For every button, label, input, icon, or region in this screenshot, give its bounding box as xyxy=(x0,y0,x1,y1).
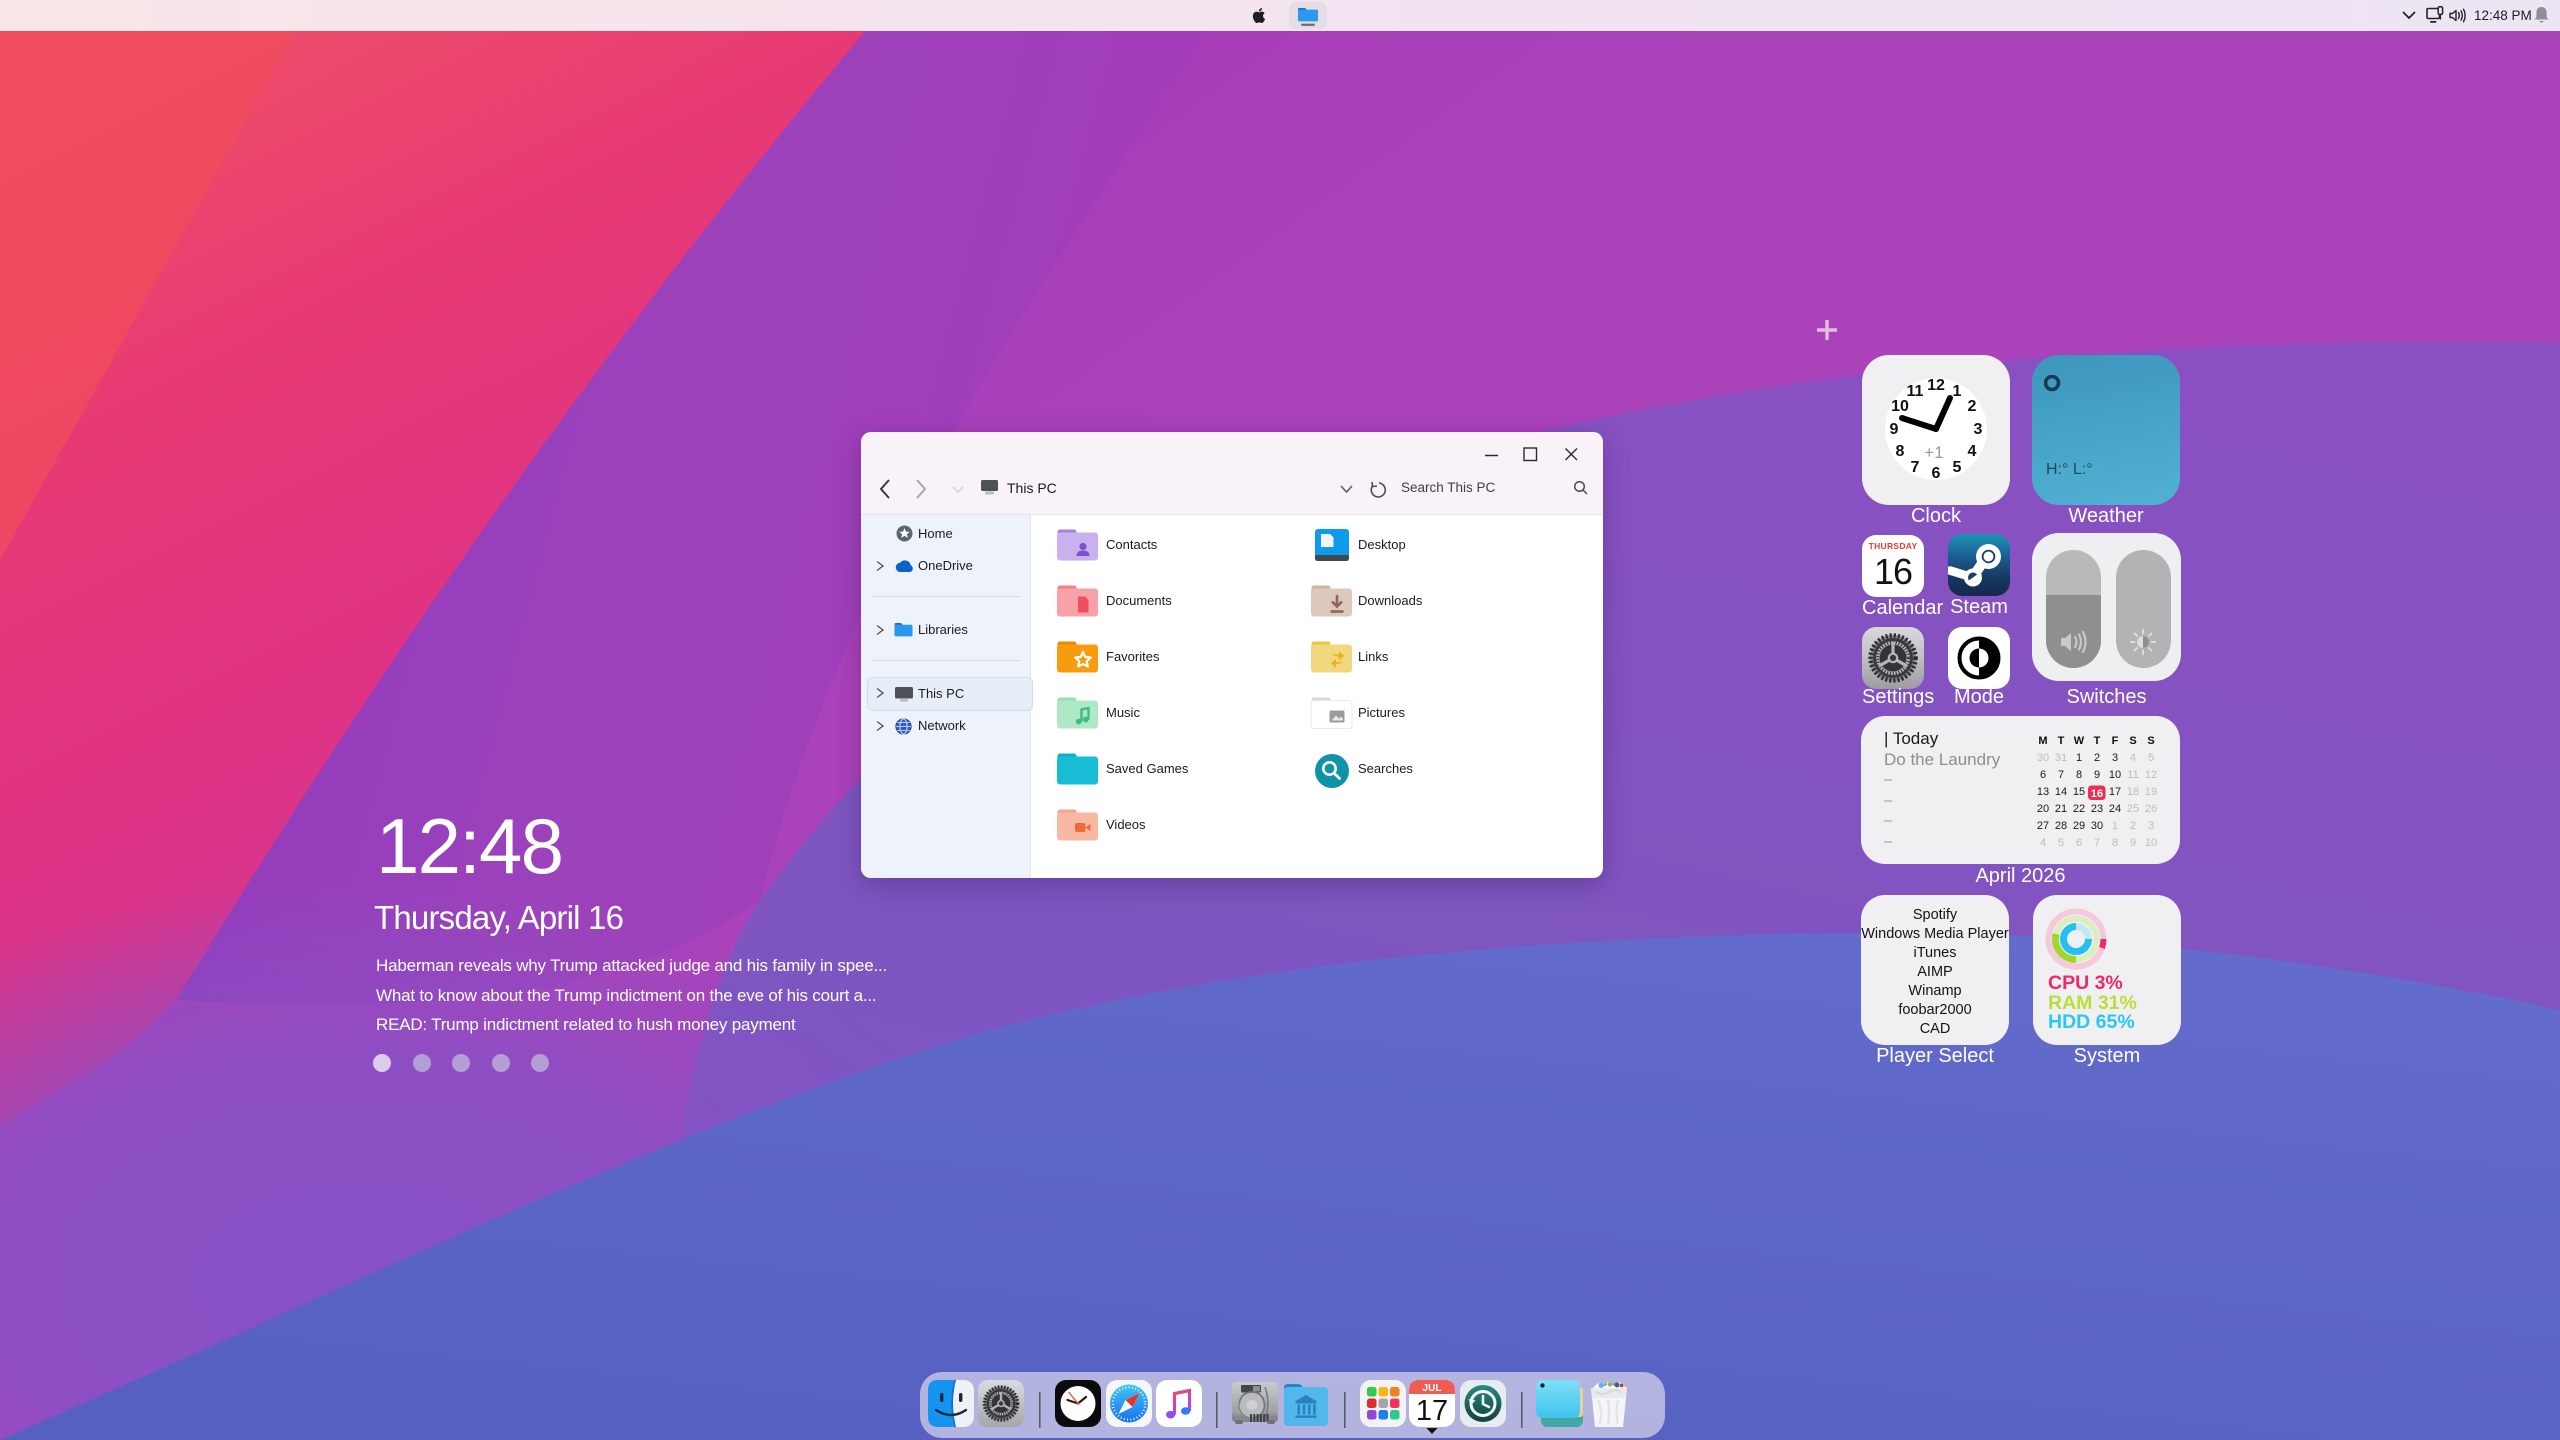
svg-text:9: 9 xyxy=(1890,421,1899,438)
svg-text:Music: Music xyxy=(1106,705,1140,720)
svg-text:8: 8 xyxy=(1896,443,1905,460)
svg-text:4: 4 xyxy=(2040,837,2046,849)
svg-text:26: 26 xyxy=(2145,803,2157,815)
svg-text:30: 30 xyxy=(2037,752,2049,764)
svg-text:7: 7 xyxy=(1911,459,1920,476)
svg-text:9: 9 xyxy=(2094,769,2100,781)
svg-text:Documents: Documents xyxy=(1106,593,1172,608)
svg-text:12: 12 xyxy=(2145,769,2157,781)
svg-text:8: 8 xyxy=(2112,837,2118,849)
svg-text:1: 1 xyxy=(2076,752,2082,764)
svg-text:11: 11 xyxy=(2127,769,2138,781)
svg-text:1: 1 xyxy=(1953,383,1962,400)
svg-text:+1: +1 xyxy=(1924,443,1943,462)
svg-text:JUL: JUL xyxy=(1423,1383,1442,1394)
svg-text:12: 12 xyxy=(1927,377,1945,394)
svg-text:3: 3 xyxy=(1974,421,1983,438)
svg-text:21: 21 xyxy=(2055,803,2067,815)
svg-text:17: 17 xyxy=(1416,1395,1448,1427)
svg-text:10: 10 xyxy=(1891,398,1909,415)
svg-text:18: 18 xyxy=(2127,786,2139,798)
svg-text:25: 25 xyxy=(2127,803,2139,815)
svg-text:S: S xyxy=(2147,735,2154,747)
svg-text:22: 22 xyxy=(2073,803,2085,815)
svg-text:13: 13 xyxy=(2037,786,2049,798)
svg-text:Favorites: Favorites xyxy=(1106,649,1160,664)
svg-text:3: 3 xyxy=(2112,752,2118,764)
svg-text:W: W xyxy=(2074,735,2085,747)
svg-text:7: 7 xyxy=(2094,837,2100,849)
svg-text:Searches: Searches xyxy=(1358,761,1413,776)
svg-text:5: 5 xyxy=(1953,459,1962,476)
svg-text:Saved Games: Saved Games xyxy=(1106,761,1189,776)
svg-text:16: 16 xyxy=(2091,788,2103,800)
svg-text:15: 15 xyxy=(2073,786,2085,798)
svg-text:14: 14 xyxy=(2055,786,2067,798)
svg-text:2: 2 xyxy=(2130,820,2136,832)
svg-text:10: 10 xyxy=(2145,837,2157,849)
svg-text:27: 27 xyxy=(2037,820,2049,832)
svg-text:31: 31 xyxy=(2055,752,2067,764)
svg-text:5: 5 xyxy=(2058,837,2064,849)
svg-text:10: 10 xyxy=(2109,769,2121,781)
svg-text:30: 30 xyxy=(2091,820,2103,832)
svg-text:T: T xyxy=(2094,735,2101,747)
svg-text:6: 6 xyxy=(2076,837,2082,849)
svg-text:4: 4 xyxy=(2130,752,2136,764)
svg-text:19: 19 xyxy=(2145,786,2157,798)
svg-text:28: 28 xyxy=(2055,820,2067,832)
svg-text:Pictures: Pictures xyxy=(1358,705,1405,720)
svg-text:7: 7 xyxy=(2058,769,2064,781)
svg-text:8: 8 xyxy=(2076,769,2082,781)
svg-text:M: M xyxy=(2038,735,2047,747)
svg-text:Desktop: Desktop xyxy=(1358,537,1406,552)
svg-text:F: F xyxy=(2112,735,2119,747)
svg-text:20: 20 xyxy=(2037,803,2049,815)
svg-text:11: 11 xyxy=(1907,383,1924,400)
svg-text:29: 29 xyxy=(2073,820,2085,832)
svg-text:Downloads: Downloads xyxy=(1358,593,1423,608)
svg-text:2: 2 xyxy=(2094,752,2100,764)
svg-text:6: 6 xyxy=(2040,769,2046,781)
svg-text:6: 6 xyxy=(1932,465,1941,482)
svg-text:9: 9 xyxy=(2130,837,2136,849)
svg-text:23: 23 xyxy=(2091,803,2103,815)
svg-text:24: 24 xyxy=(2109,803,2121,815)
svg-text:H:° L:°: H:° L:° xyxy=(2046,461,2093,478)
svg-text:S: S xyxy=(2129,735,2136,747)
svg-text:17: 17 xyxy=(2109,786,2121,798)
svg-text:4: 4 xyxy=(1968,443,1977,460)
svg-text:3: 3 xyxy=(2148,820,2154,832)
svg-text:1: 1 xyxy=(2112,820,2118,832)
svg-text:Contacts: Contacts xyxy=(1106,537,1158,552)
svg-text:2: 2 xyxy=(1968,398,1977,415)
svg-text:T: T xyxy=(2058,735,2065,747)
svg-text:5: 5 xyxy=(2148,752,2154,764)
svg-text:Links: Links xyxy=(1358,649,1389,664)
svg-text:Videos: Videos xyxy=(1106,817,1146,832)
